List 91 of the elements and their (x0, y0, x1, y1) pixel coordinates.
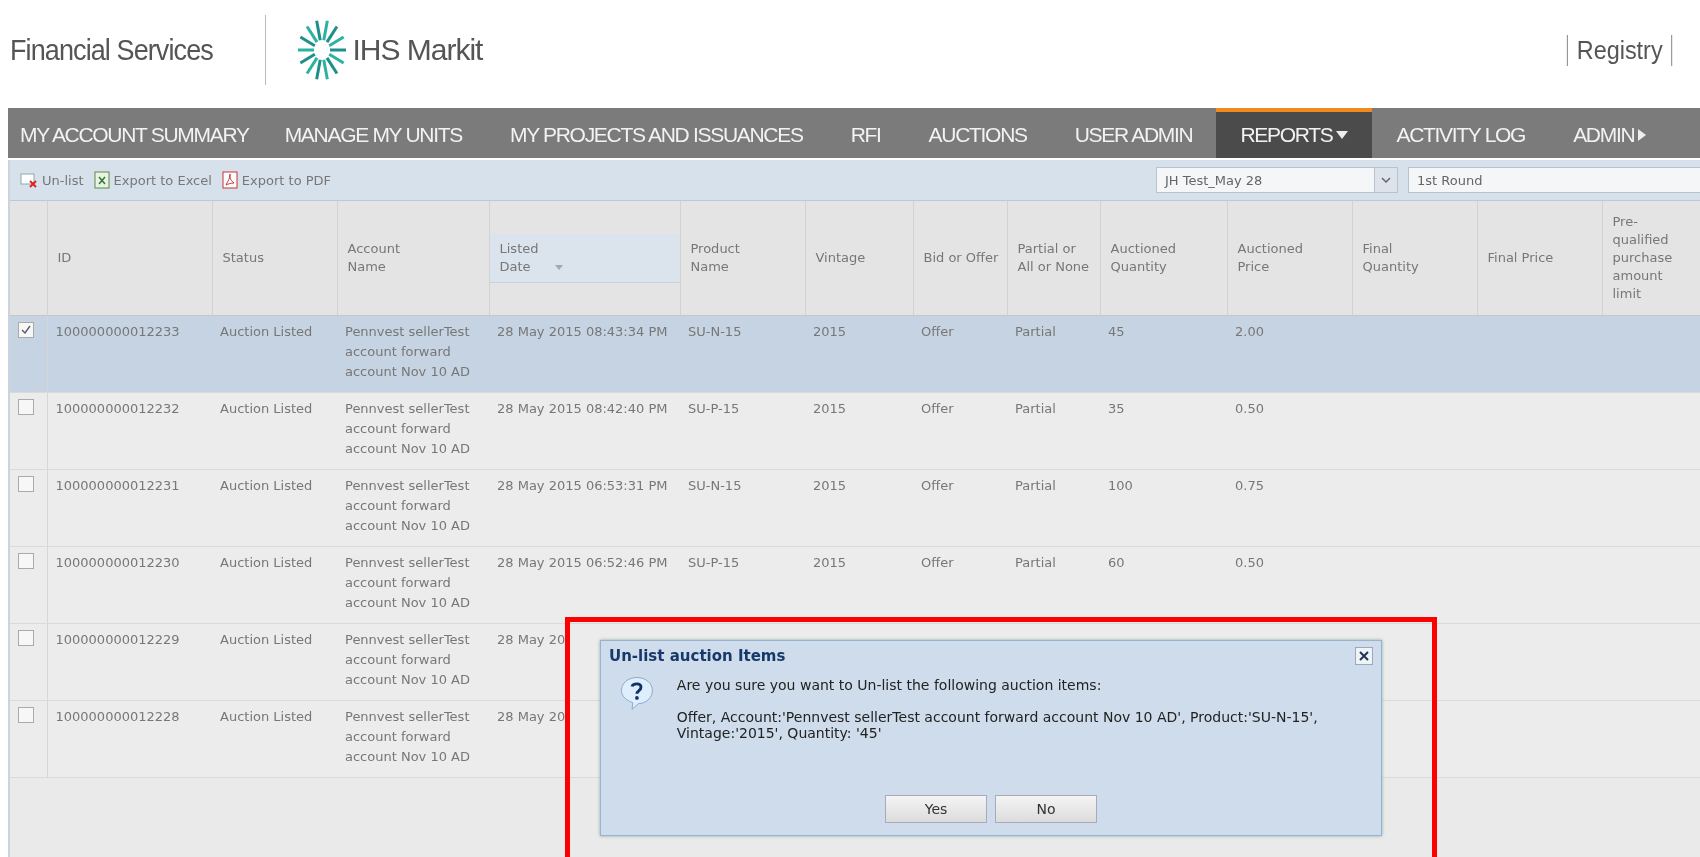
table-row[interactable]: 100000000012232 Auction Listed Pennvest sellerTest account forward account Nov 10 AD 28 May 2015 08:42:40 PM SU-P-15 2015 Offer Partial 35 0.50 (10, 392, 1700, 470)
table-cell-text: SU-N-15 (688, 323, 743, 341)
nav-tab[interactable]: REPORTS (1216, 108, 1373, 158)
table-cell-text: Pennvest sellerTest account forward account Nov 10 AD (345, 631, 471, 689)
table-cell-text: 35 (1108, 400, 1126, 418)
table-cell-text: Partial (1015, 554, 1057, 572)
table-cell-text: Partial (1015, 323, 1057, 341)
nav-tab-label: MANAGE MY UNITS (284, 123, 462, 147)
table-cell-text: 0.75 (1235, 477, 1265, 495)
nav-tab[interactable]: MY ACCOUNT SUMMARY (8, 108, 261, 158)
dialog-title: Un-list auction Items (609, 647, 786, 665)
dialog-message: Are you sure you want to Un-list the following auction items: (676, 677, 1103, 693)
table-cell-text: 100000000012229 (55, 631, 181, 649)
nav-tab[interactable]: USER ADMIN (1050, 108, 1217, 158)
table-cell-text: 45 (1108, 323, 1126, 341)
column-header[interactable]: Vintage (815, 249, 896, 267)
nav-tab[interactable]: ACTIVITY LOG (1372, 108, 1550, 158)
table-cell-text: Auction Listed (220, 554, 314, 572)
nav-tab[interactable]: MANAGE MY UNITS (260, 108, 486, 158)
dialog-button[interactable]: Yes (885, 795, 987, 823)
table-cell-text: 2015 (813, 400, 848, 418)
nav-tab[interactable]: AUCTIONS (904, 108, 1051, 158)
nav-tab-label: MY PROJECTS AND ISSUANCES (509, 123, 803, 147)
table-cell-text: Pennvest sellerTest account forward account Nov 10 AD (345, 477, 471, 535)
table-cell-text: 100000000012231 (55, 477, 181, 495)
table-cell-text: Pennvest sellerTest account forward account Nov 10 AD (345, 708, 471, 766)
table-cell-text: 28 May 2015 08:43:34 PM (497, 323, 669, 341)
table-cell-text: 28 May 20 (497, 708, 567, 726)
column-header[interactable]: Account Name (347, 240, 428, 276)
table-cell-text: SU-N-15 (688, 477, 743, 495)
table-cell-text: SU-P-15 (688, 554, 741, 572)
table-cell-text: 0.50 (1235, 554, 1265, 572)
toolbar-button[interactable]: Un-list (20, 172, 84, 188)
table-cell-text: 0.50 (1235, 400, 1265, 418)
table-cell-text: Partial (1015, 477, 1057, 495)
table-cell-text: Offer (921, 554, 955, 572)
table-cell-text: SU-P-15 (688, 400, 741, 418)
sorted-column-header[interactable]: Listed Date (489, 233, 680, 283)
toolbar-button[interactable]: Export to PDF (221, 171, 332, 189)
table-cell-text: 100000000012230 (55, 554, 181, 572)
table-row[interactable]: 100000000012230 Auction Listed Pennvest sellerTest account forward account Nov 10 AD 28 May 2015 06:52:46 PM SU-P-15 2015 Offer Partial 60 0.50 (10, 546, 1700, 624)
table-cell-text: Pennvest sellerTest account forward account Nov 10 AD (345, 554, 471, 612)
table-cell-text: Pennvest sellerTest account forward account Nov 10 AD (345, 323, 471, 381)
nav-tab[interactable]: ADMIN (1549, 108, 1671, 158)
table-cell-text: Pennvest sellerTest account forward account Nov 10 AD (345, 400, 471, 458)
table-cell-text: 60 (1108, 554, 1126, 572)
auction-select[interactable]: JH Test_May 28 (1156, 167, 1398, 193)
nav-tab-label: AUCTIONS (928, 123, 1027, 147)
column-header[interactable]: Status (222, 249, 303, 267)
table-cell-text: 28 May 20 (497, 631, 567, 649)
dialog-button[interactable]: No (995, 795, 1097, 823)
nav-tab[interactable]: MY PROJECTS AND ISSUANCES (485, 108, 827, 158)
nav-tab-label: ACTIVITY LOG (1396, 123, 1526, 147)
nav-tab-label: MY ACCOUNT SUMMARY (20, 123, 249, 147)
table-cell-text: Auction Listed (220, 323, 314, 341)
table-cell-text: 28 May 2015 06:53:31 PM (497, 477, 669, 495)
registry-link[interactable]: Registry (1566, 34, 1673, 66)
table-row[interactable]: 100000000012233 Auction Listed Pennvest sellerTest account forward account Nov 10 AD 28 May 2015 08:43:34 PM SU-N-15 2015 Offer Partial 45 2.00 (10, 315, 1700, 393)
table-cell-text: Auction Listed (220, 400, 314, 418)
column-header[interactable]: ID (57, 249, 138, 267)
table-cell-text: Partial (1015, 400, 1057, 418)
nav-tab-label: REPORTS (1240, 123, 1333, 147)
dialog-details: Offer, Account:'Pennvest sellerTest account forward account Nov 10 AD', Product:'SU-N-15', Vintage:'2015', Quantity: '45' (676, 709, 1319, 741)
table-cell-text: 28 May 2015 08:42:40 PM (497, 400, 669, 418)
table-cell-text: 100000000012233 (55, 323, 181, 341)
column-header[interactable]: Bid or Offer (923, 249, 999, 267)
table-cell-text: Auction Listed (220, 708, 314, 726)
table-cell-text: 100000000012232 (55, 400, 181, 418)
nav-tab-label: ADMIN (1573, 123, 1635, 147)
nav-tab-label: USER ADMIN (1074, 123, 1193, 147)
logo-text: IHS Markit (352, 33, 483, 67)
nav-tab-label: RFI (850, 123, 881, 147)
table-cell-text: 2015 (813, 323, 848, 341)
column-header[interactable]: Final Price (1487, 249, 1568, 267)
table-cell-text: Offer (921, 477, 955, 495)
table-cell-text: 2015 (813, 477, 848, 495)
toolbar-button[interactable]: Export to Excel (93, 171, 212, 189)
table-cell-text: 2015 (813, 554, 848, 572)
table-cell-text: 28 May 2015 06:52:46 PM (497, 554, 669, 572)
table-cell-text: 100000000012228 (55, 708, 181, 726)
table-cell-text: 2.00 (1235, 323, 1265, 341)
table-cell-text: Offer (921, 323, 955, 341)
table-row[interactable]: 100000000012231 Auction Listed Pennvest sellerTest account forward account Nov 10 AD 28 May 2015 06:53:31 PM SU-N-15 2015 Offer Partial 100 0.75 (10, 469, 1700, 547)
brand-name: Financial Services (10, 33, 213, 67)
column-header[interactable]: Auctioned Quantity (1110, 240, 1191, 276)
table-cell-text: Offer (921, 400, 955, 418)
nav-tab[interactable]: RFI (826, 108, 905, 158)
table-cell-text: 100 (1108, 477, 1134, 495)
round-select[interactable]: 1st Round (1408, 167, 1700, 193)
table-cell-text: Auction Listed (220, 477, 314, 495)
table-cell-text: Auction Listed (220, 631, 314, 649)
